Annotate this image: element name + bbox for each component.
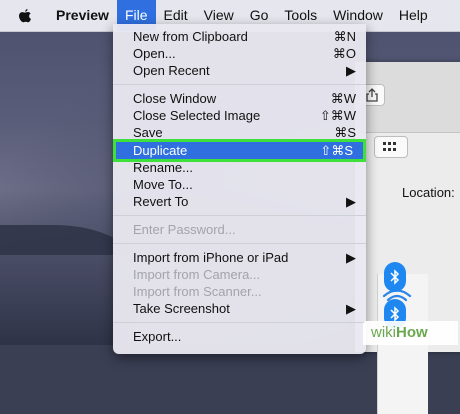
submenu-arrow-icon: ▶	[346, 250, 356, 265]
menu-item-export[interactable]: Export...	[113, 328, 366, 345]
menu-item-take-screenshot[interactable]: Take Screenshot ▶	[113, 300, 366, 317]
menu-item-enter-password: Enter Password...	[113, 221, 366, 238]
menu-help[interactable]: Help	[391, 0, 436, 31]
share-icon	[366, 88, 378, 102]
menu-item-move-to[interactable]: Move To...	[113, 176, 366, 193]
menu-item-revert-to[interactable]: Revert To ▶	[113, 193, 366, 210]
menu-item-shortcut: ⌘N	[333, 29, 356, 44]
menu-item-label: Close Window	[133, 91, 217, 106]
menu-item-label: Import from Camera...	[133, 267, 261, 282]
menu-item-label: Export...	[133, 329, 182, 344]
menu-item-shortcut: ⇧⌘S	[320, 143, 353, 158]
menu-item-label: New from Clipboard	[133, 29, 248, 44]
submenu-arrow-icon: ▶	[346, 301, 356, 316]
menu-item-shortcut: ⇧⌘W	[319, 108, 356, 123]
menu-item-open[interactable]: Open... ⌘O	[113, 45, 366, 62]
menu-preview[interactable]: Preview	[46, 0, 117, 31]
location-label: Location:	[402, 185, 455, 200]
menu-item-import-from-scanner: Import from Scanner...	[113, 283, 366, 300]
menu-separator	[113, 322, 366, 323]
menu-item-shortcut: ⌘O	[332, 46, 356, 61]
watermark-wiki: wiki	[371, 324, 396, 341]
menu-separator	[113, 215, 366, 216]
watermark-how: How	[396, 324, 428, 341]
menu-item-label: Import from iPhone or iPad	[133, 250, 289, 265]
menu-item-shortcut: ⌘S	[334, 125, 356, 140]
menu-item-import-from-iphone[interactable]: Import from iPhone or iPad ▶	[113, 249, 366, 266]
menu-item-label: Rename...	[133, 160, 193, 175]
menu-item-close-selected-image[interactable]: Close Selected Image ⇧⌘W	[113, 107, 366, 124]
submenu-arrow-icon: ▶	[346, 194, 356, 209]
menu-item-label: Revert To	[133, 194, 189, 209]
menu-item-label: Enter Password...	[133, 222, 236, 237]
wikihow-watermark: wikiHow	[363, 321, 458, 345]
menu-item-rename[interactable]: Rename...	[113, 159, 366, 176]
menu-item-close-window[interactable]: Close Window ⌘W	[113, 90, 366, 107]
menu-item-new-from-clipboard[interactable]: New from Clipboard ⌘N	[113, 28, 366, 45]
menu-item-label: Take Screenshot	[133, 301, 230, 316]
menu-separator	[113, 84, 366, 85]
menu-item-label: Save	[133, 125, 163, 140]
menu-item-label: Duplicate	[133, 143, 188, 158]
menu-item-open-recent[interactable]: Open Recent ▶	[113, 62, 366, 79]
menu-item-label: Open Recent	[133, 63, 210, 78]
menu-item-shortcut: ⌘W	[330, 91, 356, 106]
menu-item-label: Close Selected Image	[133, 108, 261, 123]
menu-item-duplicate[interactable]: Duplicate ⇧⌘S	[113, 139, 366, 162]
menu-item-save[interactable]: Save ⌘S	[113, 124, 366, 141]
grid-icon	[383, 142, 396, 151]
menu-item-label: Import from Scanner...	[133, 284, 262, 299]
menu-separator	[113, 243, 366, 244]
apple-menu[interactable]	[0, 0, 46, 31]
preview-window: Location:	[355, 62, 460, 414]
submenu-arrow-icon: ▶	[346, 63, 356, 78]
apple-icon	[19, 8, 31, 22]
menu-item-import-from-camera: Import from Camera...	[113, 266, 366, 283]
view-options-button[interactable]	[374, 136, 408, 158]
menu-item-label: Move To...	[133, 177, 193, 192]
file-menu: New from Clipboard ⌘N Open... ⌘O Open Re…	[113, 24, 366, 354]
bluetooth-icon[interactable]	[384, 262, 406, 292]
menu-item-label: Open...	[133, 46, 176, 61]
